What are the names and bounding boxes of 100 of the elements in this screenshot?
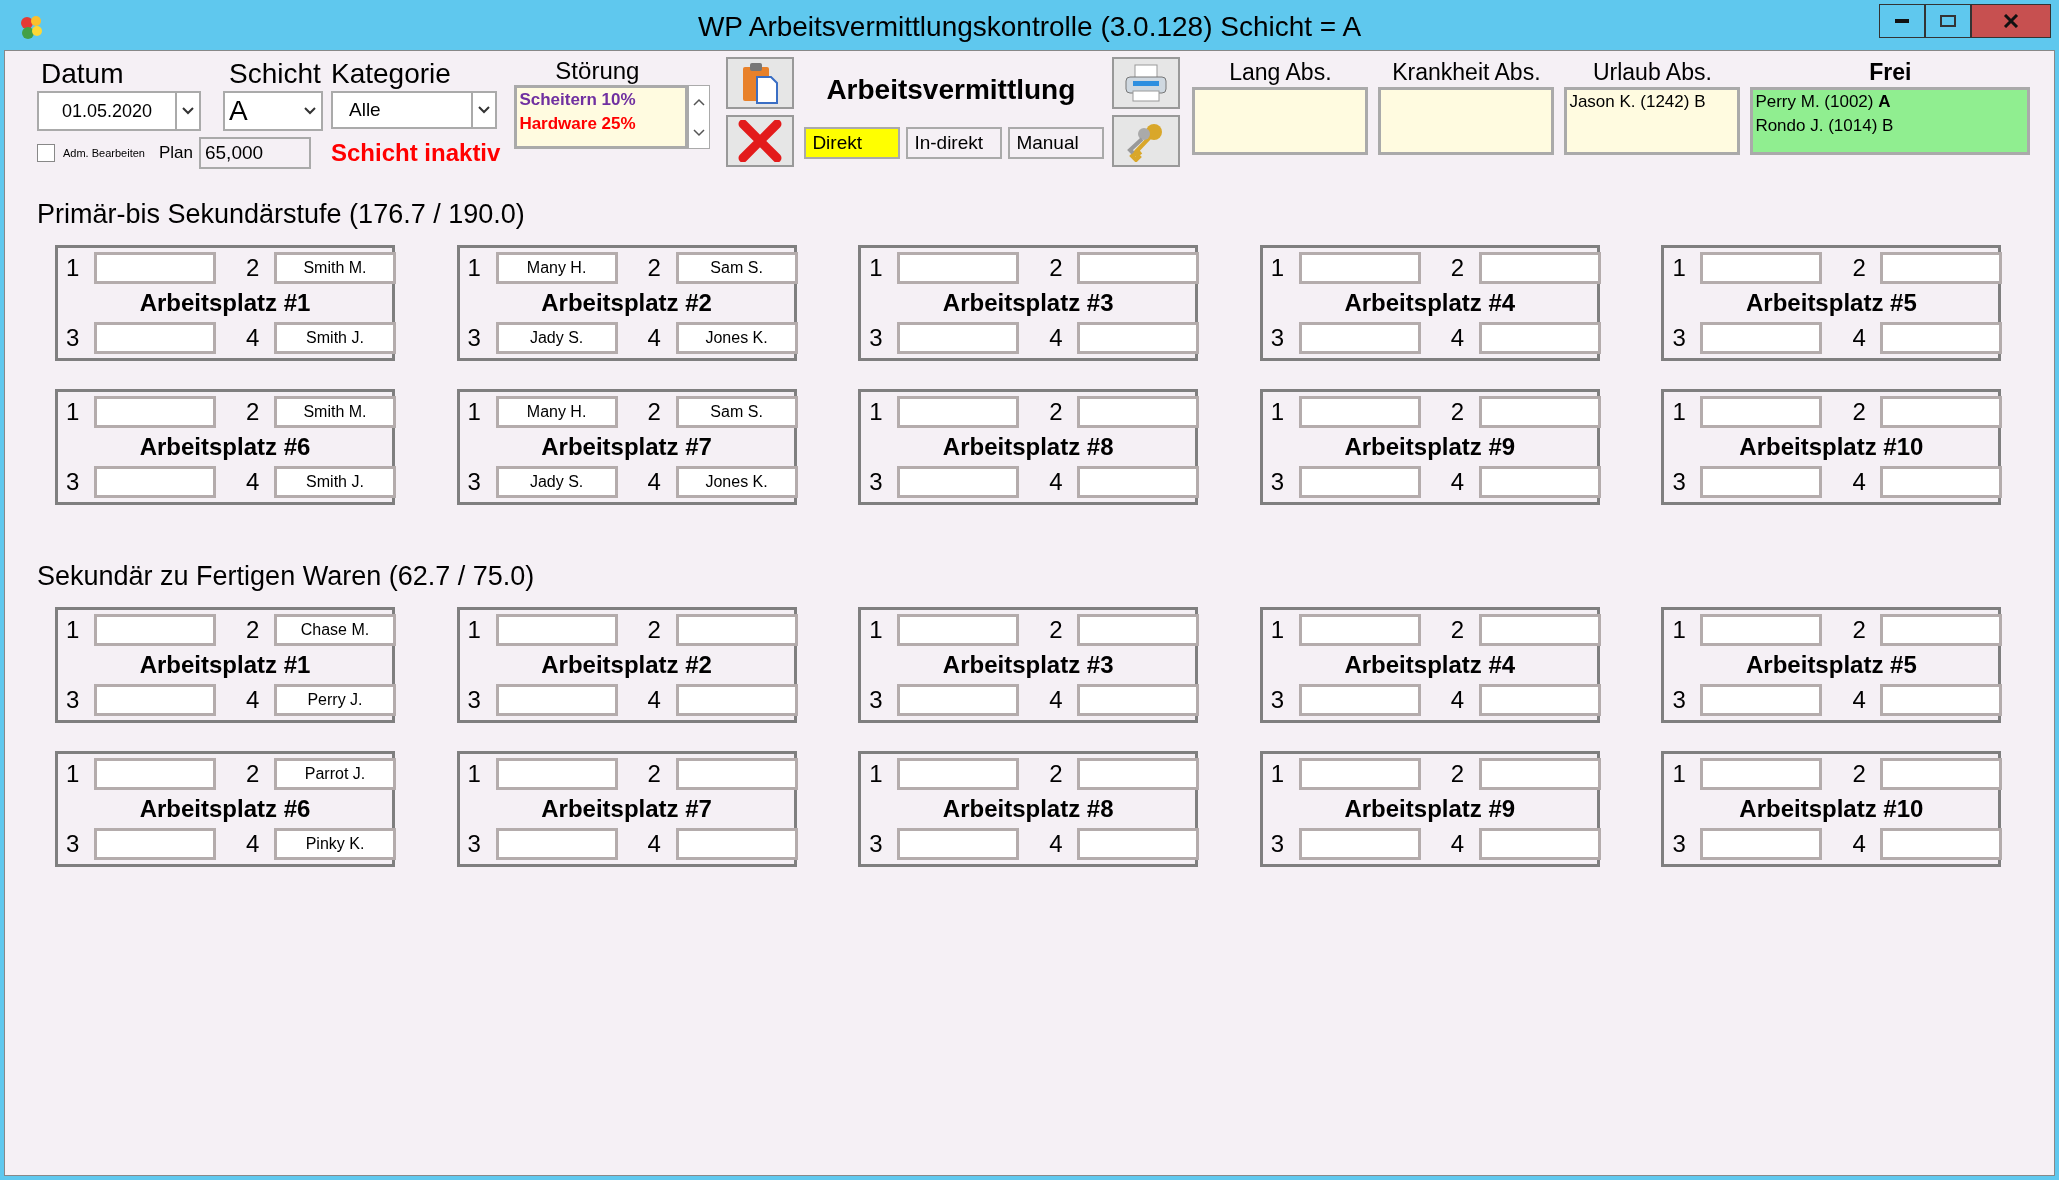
slot-field[interactable]	[1880, 758, 2003, 790]
stoerung-item[interactable]: Hardware 25%	[519, 112, 684, 136]
slot-field[interactable]: Many H.	[495, 252, 618, 284]
slot-field[interactable]	[1700, 396, 1823, 428]
slot-field[interactable]	[1298, 322, 1421, 354]
slot-field[interactable]	[897, 758, 1020, 790]
maximize-button[interactable]	[1925, 4, 1971, 38]
slot-field[interactable]	[1700, 252, 1823, 284]
slot-field[interactable]	[1700, 322, 1823, 354]
slot-field[interactable]	[94, 466, 216, 498]
mode-button[interactable]: In-direkt	[906, 127, 1003, 159]
date-dropdown[interactable]: 01.05.2020	[37, 91, 201, 131]
slot-field[interactable]	[1478, 684, 1601, 716]
slot-field[interactable]	[1478, 466, 1601, 498]
print-button[interactable]	[1112, 57, 1181, 109]
mode-button[interactable]: Direkt	[804, 127, 901, 159]
slot-field[interactable]	[1077, 252, 1200, 284]
slot-field[interactable]: Sam S.	[675, 252, 798, 284]
slot-field[interactable]	[1298, 614, 1421, 646]
slot-field[interactable]	[94, 396, 216, 428]
slot-field[interactable]	[1700, 758, 1823, 790]
slot-field[interactable]	[1700, 828, 1823, 860]
mode-button[interactable]: Manual	[1008, 127, 1105, 159]
slot-field[interactable]	[897, 252, 1020, 284]
slot-field[interactable]	[1880, 252, 2003, 284]
slot-field[interactable]	[1700, 466, 1823, 498]
slot-field[interactable]	[1478, 614, 1601, 646]
slot-field[interactable]	[495, 758, 618, 790]
slot-field[interactable]: Parrot J.	[274, 758, 396, 790]
slot-field[interactable]: Jones K.	[675, 466, 798, 498]
category-dropdown[interactable]: Alle	[331, 91, 497, 129]
slot-field[interactable]	[94, 614, 216, 646]
slot-field[interactable]	[1077, 322, 1200, 354]
slot-field[interactable]: Jones K.	[675, 322, 798, 354]
slot-field[interactable]	[1478, 252, 1601, 284]
slot-field[interactable]	[1298, 828, 1421, 860]
paste-button[interactable]	[726, 57, 795, 109]
absence-entry[interactable]: Rondo J. (1014) B	[1755, 114, 2026, 138]
slot-field[interactable]	[495, 614, 618, 646]
absence-entry[interactable]: Jason K. (1242) B	[1569, 90, 1736, 114]
slot-field[interactable]	[1880, 614, 2003, 646]
slot-field[interactable]	[1298, 252, 1421, 284]
slot-field[interactable]	[1298, 466, 1421, 498]
slot-field[interactable]	[1298, 684, 1421, 716]
slot-field[interactable]	[897, 466, 1020, 498]
slot-field[interactable]	[94, 322, 216, 354]
slot-field[interactable]: Many H.	[495, 396, 618, 428]
slot-field[interactable]	[897, 322, 1020, 354]
slot-field[interactable]	[897, 684, 1020, 716]
slot-field[interactable]: Jady S.	[495, 322, 618, 354]
slot-field[interactable]	[1700, 684, 1823, 716]
slot-field[interactable]	[897, 614, 1020, 646]
slot-field[interactable]	[1880, 322, 2003, 354]
slot-field[interactable]	[675, 758, 798, 790]
keys-button[interactable]	[1112, 115, 1181, 167]
adm-checkbox[interactable]	[37, 144, 55, 162]
slot-field[interactable]: Pinky K.	[274, 828, 396, 860]
plan-field[interactable]: 65,000	[198, 137, 311, 169]
slot-field[interactable]: Jady S.	[495, 466, 618, 498]
slot-field[interactable]	[1880, 828, 2003, 860]
slot-field[interactable]	[1478, 828, 1601, 860]
slot-field[interactable]	[1077, 684, 1200, 716]
minimize-button[interactable]	[1879, 4, 1925, 38]
slot-field[interactable]	[1077, 466, 1200, 498]
slot-field[interactable]	[1077, 828, 1200, 860]
slot-field[interactable]	[675, 614, 798, 646]
slot-field[interactable]	[675, 684, 798, 716]
slot-field[interactable]	[1880, 466, 2003, 498]
slot-field[interactable]: Sam S.	[675, 396, 798, 428]
slot-field[interactable]	[94, 252, 216, 284]
slot-field[interactable]	[1298, 396, 1421, 428]
slot-field[interactable]	[495, 828, 618, 860]
slot-field[interactable]	[94, 758, 216, 790]
slot-field[interactable]: Perry J.	[274, 684, 396, 716]
slot-field[interactable]: Smith M.	[274, 252, 396, 284]
slot-field[interactable]	[1700, 614, 1823, 646]
close-button[interactable]	[1971, 4, 2051, 38]
slot-field[interactable]: Smith J.	[274, 322, 396, 354]
slot-field[interactable]	[897, 396, 1020, 428]
stoerung-item[interactable]: Scheitern 10%	[519, 88, 684, 112]
slot-field[interactable]	[495, 684, 618, 716]
slot-field[interactable]: Smith M.	[274, 396, 396, 428]
slot-field[interactable]	[1478, 396, 1601, 428]
slot-field[interactable]	[1077, 396, 1200, 428]
shift-dropdown[interactable]: A	[223, 91, 323, 131]
slot-field[interactable]: Chase M.	[274, 614, 396, 646]
slot-field[interactable]	[1077, 758, 1200, 790]
slot-field[interactable]	[94, 684, 216, 716]
slot-field[interactable]: Smith J.	[274, 466, 396, 498]
slot-field[interactable]	[675, 828, 798, 860]
slot-field[interactable]	[1478, 322, 1601, 354]
slot-field[interactable]	[897, 828, 1020, 860]
cancel-button[interactable]	[726, 115, 795, 167]
slot-field[interactable]	[1077, 614, 1200, 646]
slot-field[interactable]	[94, 828, 216, 860]
slot-field[interactable]	[1478, 758, 1601, 790]
slot-field[interactable]	[1880, 396, 2003, 428]
slot-field[interactable]	[1880, 684, 2003, 716]
absence-entry[interactable]: Perry M. (1002) A	[1755, 90, 2026, 114]
slot-field[interactable]	[1298, 758, 1421, 790]
